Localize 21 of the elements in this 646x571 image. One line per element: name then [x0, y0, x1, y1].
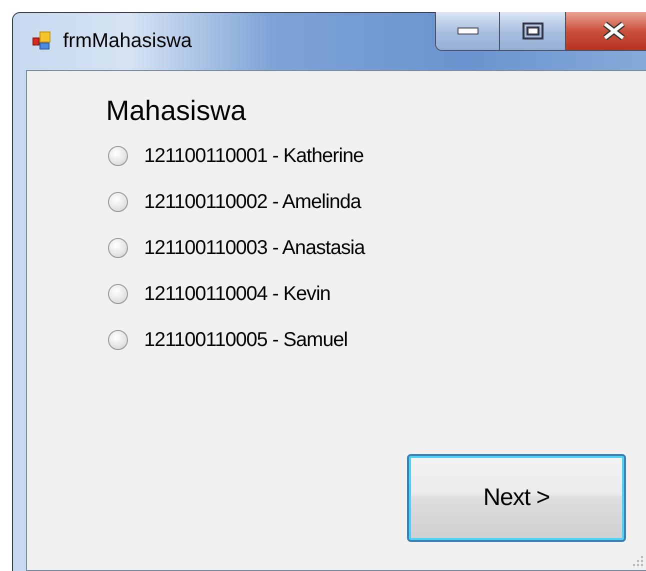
maximize-button[interactable] [500, 12, 566, 50]
maximize-icon [522, 22, 544, 40]
radio-button[interactable] [108, 284, 128, 304]
close-button[interactable] [566, 12, 646, 50]
radio-option[interactable]: 121100110002 - Amelinda [108, 189, 646, 215]
group-heading: Mahasiswa [106, 94, 248, 128]
radio-option[interactable]: 121100110004 - Kevin [108, 281, 646, 307]
radio-button[interactable] [108, 192, 128, 212]
minimize-button[interactable] [436, 12, 500, 50]
resize-grip-icon [632, 555, 644, 567]
window-title: frmMahasiswa [63, 30, 192, 52]
minimize-icon [456, 27, 478, 35]
close-icon [602, 22, 626, 40]
radio-button[interactable] [108, 330, 128, 350]
form-icon [31, 30, 53, 52]
radio-option[interactable]: 121100110005 - Samuel [108, 327, 646, 353]
next-button[interactable]: Next > [407, 454, 626, 542]
radio-option[interactable]: 121100110003 - Anastasia [108, 235, 646, 261]
radio-button[interactable] [108, 146, 128, 166]
radio-option[interactable]: 121100110001 - Katherine [108, 143, 646, 169]
radio-button[interactable] [108, 238, 128, 258]
